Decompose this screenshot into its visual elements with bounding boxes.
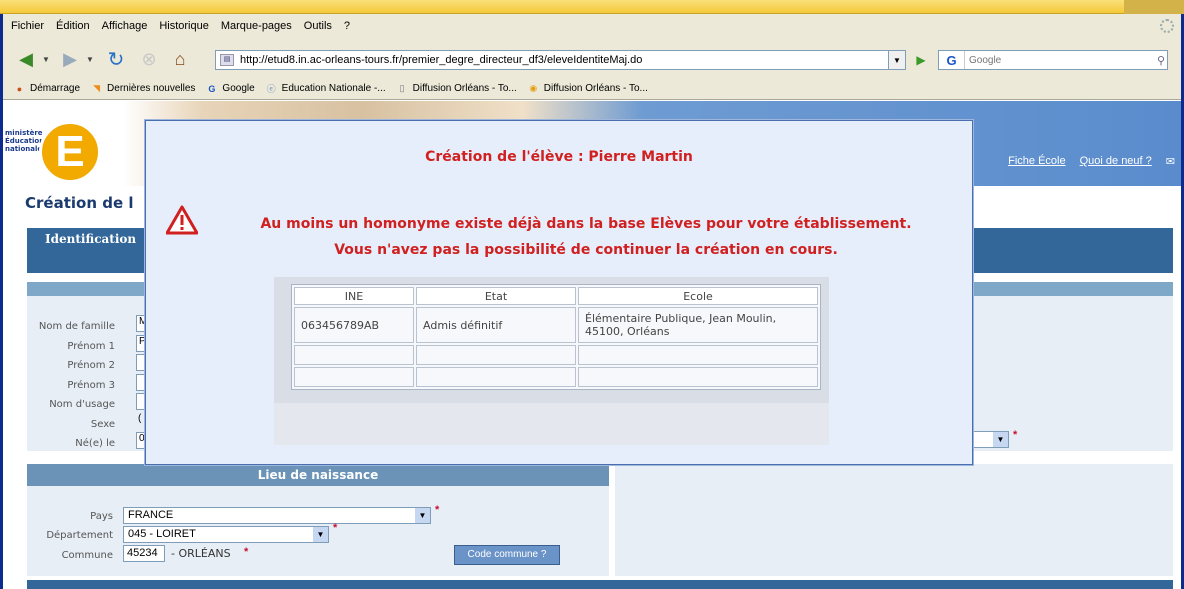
lieu-naissance-header: Lieu de naissance — [27, 464, 609, 486]
orleans-icon: ◉ — [529, 83, 538, 93]
dialog-title: Création de l'élève : Pierre Martin — [425, 149, 693, 165]
label-departement: Département — [46, 530, 113, 541]
chevron-down-icon: ▼ — [313, 527, 328, 542]
cell-ine — [294, 367, 414, 387]
cell-ecole: Élémentaire Publique, Jean Moulin, 45100… — [578, 307, 818, 343]
link-fiche-ecole[interactable]: Fiche École — [1008, 155, 1065, 168]
menu-historique[interactable]: Historique — [159, 20, 209, 32]
label-prenom-1: Prénom 1 — [67, 340, 115, 352]
menu-outils[interactable]: Outils — [304, 20, 332, 32]
col-ecole: Ecole — [578, 287, 818, 305]
table-row: 063456789AB Admis définitif Élémentaire … — [294, 307, 818, 343]
label-nom-usage: Nom d'usage — [49, 399, 115, 410]
menu-bar: Fichier Édition Affichage Historique Mar… — [3, 14, 1181, 38]
bookmark-diffusion-orleans-1[interactable]: ▯ Diffusion Orléans - To... — [396, 82, 517, 95]
bookmark-education-nationale[interactable]: ⓔ Education Nationale -... — [265, 82, 386, 95]
address-bar[interactable]: ▤ http://etud8.in.ac-orleans-tours.fr/pr… — [215, 50, 905, 70]
homonym-dialog: Création de l'élève : Pierre Martin Au m… — [145, 120, 973, 465]
required-mark: * — [333, 522, 338, 534]
navigation-toolbar: ◀ ▼ ▶ ▼ ↻ ⊗ ⌂ ▤ http://etud8.in.ac-orlea… — [3, 38, 1181, 78]
firefox-icon: ● — [16, 83, 23, 94]
bookmark-google[interactable]: G Google — [205, 82, 254, 95]
required-mark: * — [244, 546, 249, 558]
menu-aide[interactable]: ? — [344, 20, 350, 32]
bookmarks-toolbar: ● Démarrage ◥ Dernières nouvelles G Google … — [3, 78, 1181, 100]
required-mark: * — [435, 504, 440, 516]
label-nom-famille: Nom de famille — [38, 321, 115, 332]
search-box[interactable]: G ⚲ — [938, 50, 1168, 70]
label-prenom-3: Prénom 3 — [67, 379, 115, 391]
homonym-table: INE Etat Ecole 063456789AB Admis définit… — [291, 284, 821, 390]
label-date-naissance: Né(e) le — [75, 438, 115, 449]
col-ine: INE — [294, 287, 414, 305]
search-icon[interactable]: ⚲ — [1157, 54, 1165, 67]
cell-ine: 063456789AB — [294, 307, 414, 343]
table-header-row: INE Etat Ecole — [294, 287, 818, 305]
bookmark-dernieres-nouvelles[interactable]: ◥ Dernières nouvelles — [90, 82, 195, 95]
bookmark-diffusion-orleans-2[interactable]: ◉ Diffusion Orléans - To... — [527, 82, 648, 95]
warning-icon — [166, 205, 198, 235]
right-panel — [615, 464, 1173, 576]
page-icon: ▯ — [399, 83, 405, 93]
label-commune: Commune — [61, 550, 113, 561]
chevron-down-icon: ▼ — [415, 508, 430, 523]
cell-etat — [416, 367, 576, 387]
cell-etat — [416, 345, 576, 365]
window-controls[interactable] — [1124, 0, 1184, 14]
pays-select[interactable]: FRANCE ▼ — [123, 507, 431, 524]
label-prenom-2: Prénom 2 — [67, 360, 115, 371]
table-row — [294, 345, 818, 365]
commune-name: - ORLÉANS — [171, 547, 231, 560]
bottom-bar — [27, 580, 1173, 589]
right-select[interactable]: ▼ — [971, 431, 1009, 448]
homonym-panel-footer — [274, 403, 829, 445]
home-icon[interactable]: ⌂ — [167, 48, 193, 70]
dialog-message: Au moins un homonyme existe déjà dans la… — [206, 211, 966, 263]
menu-affichage[interactable]: Affichage — [102, 20, 148, 32]
label-sexe: Sexe — [90, 418, 115, 430]
window-title-bar — [0, 0, 1184, 14]
cell-etat: Admis définitif — [416, 307, 576, 343]
url-text: http://etud8.in.ac-orleans-tours.fr/prem… — [240, 54, 643, 66]
departement-select[interactable]: 045 - LOIRET ▼ — [123, 526, 329, 543]
search-input[interactable] — [965, 54, 1145, 66]
label-pays: Pays — [90, 511, 113, 522]
forward-history-dropdown-icon[interactable]: ▼ — [85, 48, 95, 70]
google-engine-icon[interactable]: G — [939, 51, 965, 69]
reload-icon[interactable]: ↻ — [103, 48, 129, 71]
stop-icon[interactable]: ⊗ — [137, 48, 161, 70]
required-mark: * — [1013, 429, 1018, 441]
google-icon: G — [208, 83, 216, 94]
menu-edition[interactable]: Édition — [56, 20, 90, 32]
mail-icon[interactable]: ✉ — [1166, 155, 1175, 168]
education-logo: E — [39, 121, 101, 183]
cell-ine — [294, 345, 414, 365]
bookmark-demarrage[interactable]: ● Démarrage — [13, 82, 80, 95]
link-quoi-de-neuf[interactable]: Quoi de neuf ? — [1080, 155, 1152, 168]
go-icon[interactable]: ▶ — [911, 50, 931, 70]
cell-ecole — [578, 345, 818, 365]
throbber-icon — [1160, 19, 1174, 33]
cell-ecole — [578, 367, 818, 387]
back-arrow-icon[interactable]: ◀ — [13, 48, 39, 70]
url-history-dropdown-icon[interactable]: ▼ — [888, 50, 906, 70]
table-row — [294, 367, 818, 387]
col-etat: Etat — [416, 287, 576, 305]
message-line-2: Vous n'avez pas la possibilité de contin… — [334, 242, 838, 258]
message-line-1: Au moins un homonyme existe déjà dans la… — [260, 216, 912, 232]
favicon-icon: ▤ — [220, 54, 234, 66]
rss-icon: ◥ — [93, 83, 100, 93]
menu-fichier[interactable]: Fichier — [11, 20, 44, 32]
form-labels: Nom de famille Prénom 1 Prénom 2 Prénom … — [11, 317, 115, 454]
commune-code-input[interactable]: 45234 — [123, 545, 165, 562]
tab-identification[interactable]: Identification — [27, 228, 154, 250]
code-commune-button[interactable]: Code commune ? — [454, 545, 560, 565]
chevron-down-icon: ▼ — [993, 432, 1008, 447]
back-history-dropdown-icon[interactable]: ▼ — [41, 48, 51, 70]
header-links: Fiche École Quoi de neuf ? ✉ — [1008, 155, 1175, 168]
menu-marque-pages[interactable]: Marque-pages — [221, 20, 292, 32]
education-nationale-icon: ⓔ — [266, 84, 276, 94]
page-title: Création de l — [25, 194, 134, 212]
forward-arrow-icon[interactable]: ▶ — [57, 48, 83, 70]
